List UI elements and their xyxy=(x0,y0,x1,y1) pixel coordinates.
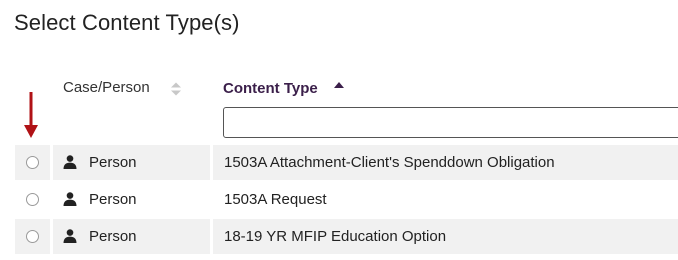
table-row[interactable]: Person 1503A Request xyxy=(0,182,678,217)
content-type-label: 1503A Request xyxy=(224,191,327,208)
case-person-label: Person xyxy=(89,154,137,171)
case-person-label: Person xyxy=(89,228,137,245)
person-icon xyxy=(63,192,77,206)
column-header-case-person[interactable]: Case/Person xyxy=(63,79,150,96)
content-type-filter-input[interactable] xyxy=(223,107,678,138)
sort-ascending-icon[interactable] xyxy=(333,81,345,89)
red-down-arrow-icon xyxy=(24,92,38,138)
content-type-label: 1503A Attachment-Client's Spenddown Obli… xyxy=(224,154,555,171)
row-select-radio[interactable] xyxy=(26,230,39,243)
case-person-label: Person xyxy=(89,191,137,208)
person-icon xyxy=(63,155,77,169)
sort-unsorted-icon[interactable] xyxy=(170,81,182,97)
row-select-radio[interactable] xyxy=(26,156,39,169)
table-row[interactable]: Person 1503A Attachment-Client's Spenddo… xyxy=(0,145,678,180)
page-title: Select Content Type(s) xyxy=(14,10,240,35)
person-icon xyxy=(63,229,77,243)
column-header-content-type[interactable]: Content Type xyxy=(223,80,318,97)
row-select-radio[interactable] xyxy=(26,193,39,206)
content-type-label: 18-19 YR MFIP Education Option xyxy=(224,228,447,245)
table-row[interactable]: Person 18-19 YR MFIP Education Option xyxy=(0,219,678,254)
